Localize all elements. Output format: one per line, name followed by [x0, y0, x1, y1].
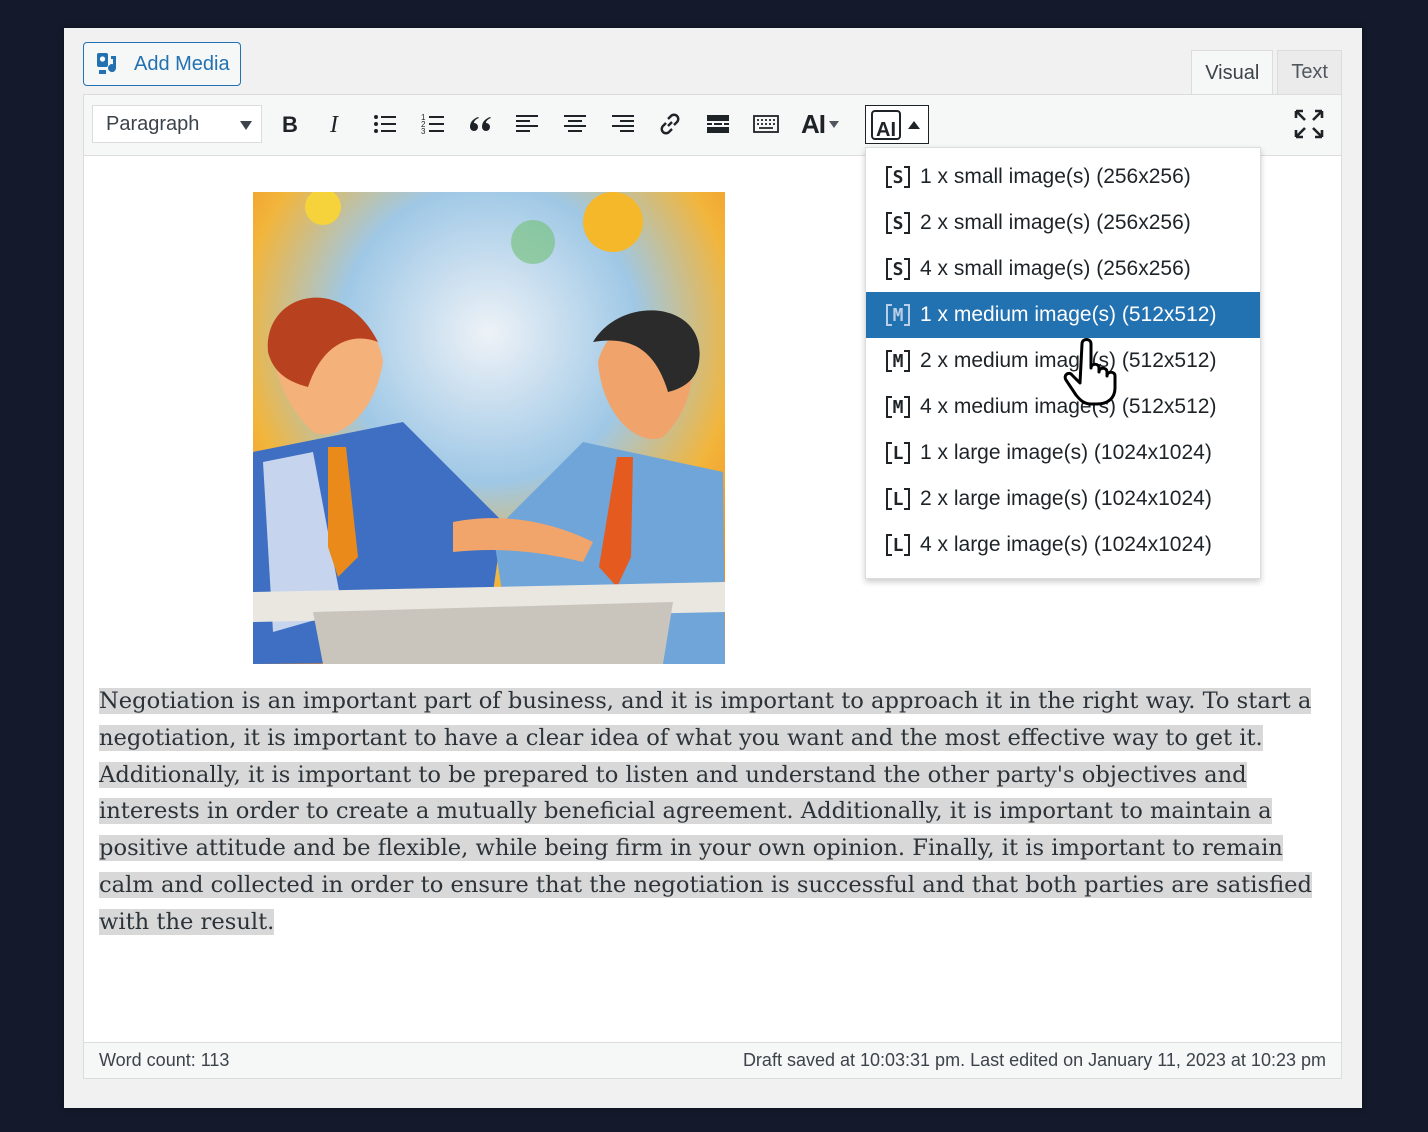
editor-frame: Add Media Visual Text Paragraph B I 123: [64, 28, 1362, 1108]
bold-icon: B: [282, 112, 298, 137]
tab-text[interactable]: Text: [1277, 50, 1342, 94]
size-badge-icon: S: [886, 256, 910, 282]
align-left-icon: [516, 115, 538, 132]
size-badge-icon: M: [886, 302, 910, 328]
read-more-icon: [707, 115, 729, 133]
chevron-down-icon: [240, 121, 252, 130]
toolbar-toggle-button[interactable]: [748, 106, 784, 142]
tab-visual[interactable]: Visual: [1191, 50, 1274, 95]
align-left-button[interactable]: [509, 106, 545, 142]
dropdown-item[interactable]: L1 x large image(s) (1024x1024): [866, 430, 1260, 476]
size-badge-icon: L: [886, 532, 910, 558]
status-bar: Word count: 113 Draft saved at 10:03:31 …: [84, 1042, 1341, 1078]
caret-up-icon: [908, 120, 920, 129]
align-right-icon: [612, 115, 634, 132]
italic-button[interactable]: I: [319, 106, 355, 142]
dropdown-item[interactable]: M4 x medium image(s) (512x512): [866, 384, 1260, 430]
fullscreen-icon[interactable]: [1293, 108, 1325, 140]
align-center-icon: [564, 115, 586, 132]
dropdown-item-selected[interactable]: M1 x medium image(s) (512x512): [866, 292, 1260, 338]
ai-text-button[interactable]: AI: [794, 106, 846, 142]
word-count: Word count: 113: [99, 1050, 230, 1070]
selected-text: Negotiation is an important part of busi…: [99, 688, 1312, 935]
bold-button[interactable]: B: [272, 106, 308, 142]
quote-icon: [470, 117, 491, 131]
insert-link-button[interactable]: [652, 106, 688, 142]
dropdown-item[interactable]: L2 x large image(s) (1024x1024): [866, 476, 1260, 522]
align-right-button[interactable]: [605, 106, 641, 142]
media-icon: [97, 53, 117, 74]
bullet-list-button[interactable]: [367, 106, 403, 142]
size-badge-icon: S: [886, 210, 910, 236]
draft-status: Draft saved at 10:03:31 pm. Last edited …: [742, 1050, 1326, 1070]
watercolor-illustration: [253, 192, 725, 664]
format-value: Paragraph: [106, 112, 200, 135]
size-badge-icon: L: [886, 440, 910, 466]
svg-text:B: B: [282, 112, 298, 137]
paragraph-text[interactable]: Negotiation is an important part of busi…: [99, 683, 1334, 941]
svg-text:3: 3: [421, 127, 426, 136]
add-media-button[interactable]: Add Media: [83, 42, 241, 86]
paragraph-format-select[interactable]: Paragraph: [92, 105, 262, 143]
size-badge-icon: S: [886, 164, 910, 190]
italic-icon: I: [329, 112, 339, 137]
size-badge-icon: M: [886, 394, 910, 420]
dropdown-item[interactable]: S4 x small image(s) (256x256): [866, 246, 1260, 292]
link-icon: [660, 113, 680, 135]
bullet-list-icon: [374, 115, 396, 133]
add-media-label: Add Media: [134, 52, 230, 75]
caret-down-icon: [829, 120, 839, 128]
editor-tabs: Visual Text: [1191, 50, 1342, 95]
numbered-list-button[interactable]: 123: [415, 106, 451, 142]
svg-text:AI: AI: [876, 119, 896, 141]
align-center-button[interactable]: [557, 106, 593, 142]
size-badge-icon: L: [886, 486, 910, 512]
blockquote-button[interactable]: [462, 106, 498, 142]
ai-image-button[interactable]: AI: [865, 105, 929, 144]
size-badge-icon: M: [886, 348, 910, 374]
svg-text:I: I: [329, 112, 339, 137]
dropdown-item[interactable]: M2 x medium image(s) (512x512): [866, 338, 1260, 384]
image-size-dropdown: S1 x small image(s) (256x256) S2 x small…: [865, 147, 1261, 579]
keyboard-icon: [753, 115, 779, 133]
numbered-list-icon: 123: [421, 113, 444, 136]
dropdown-item[interactable]: S2 x small image(s) (256x256): [866, 200, 1260, 246]
dropdown-item[interactable]: S1 x small image(s) (256x256): [866, 154, 1260, 200]
dropdown-item[interactable]: L4 x large image(s) (1024x1024): [866, 522, 1260, 568]
ai-text-label: AI: [801, 108, 826, 139]
read-more-button[interactable]: [700, 106, 736, 142]
ai-image-icon: AI: [871, 109, 901, 141]
